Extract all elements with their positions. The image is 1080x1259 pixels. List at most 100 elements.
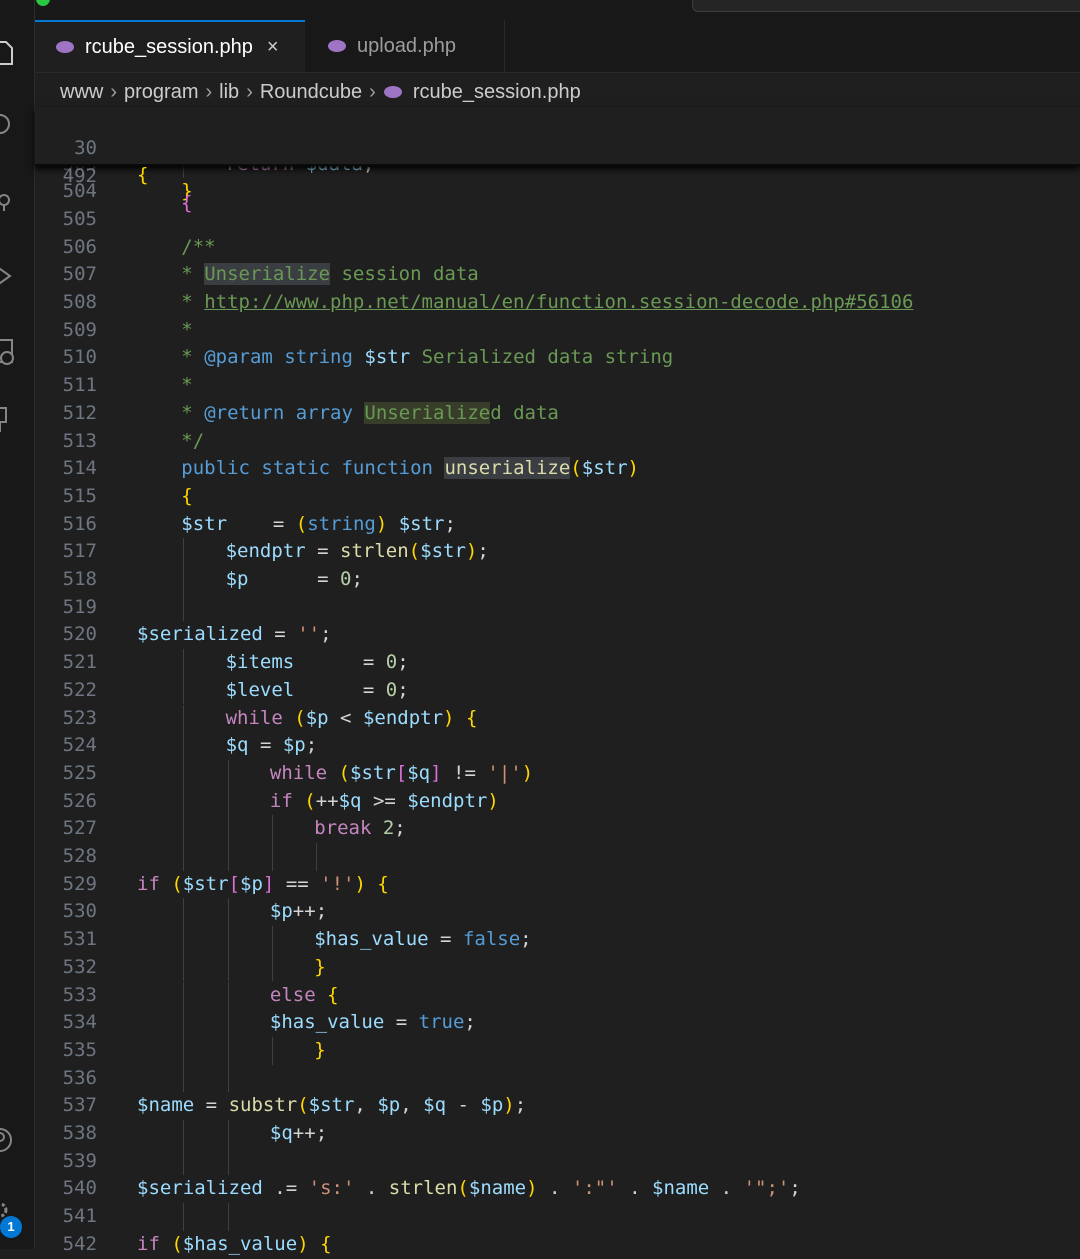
indent-guide (183, 815, 185, 843)
activity-bar: 1 (0, 0, 35, 1249)
indent-guide (271, 1036, 273, 1065)
code-text: break 2; (314, 817, 406, 840)
code-line[interactable]: 512 * @return array Unserialized data (35, 400, 1080, 428)
code-line[interactable]: 537 $name = substr($str, $p, $q - $p); (35, 1092, 1080, 1120)
line-number: 509 (62, 318, 97, 341)
sticky-line[interactable]: 492 { (35, 135, 1080, 215)
code-line[interactable]: 522 $level = 0; (35, 676, 1080, 705)
indent-guide (271, 843, 273, 871)
code-line[interactable]: 528 (35, 843, 1080, 871)
indent-guide (227, 1147, 229, 1176)
close-tab-button[interactable]: × (267, 36, 279, 59)
line-number: 516 (62, 512, 97, 535)
indent-guide (227, 787, 229, 816)
code-line[interactable]: 539 (35, 1147, 1080, 1176)
code-line[interactable]: 527 break 2; (35, 815, 1080, 843)
code-line[interactable]: 542 if ($has_value) { (35, 1231, 1080, 1259)
breadcrumb-item[interactable]: lib (219, 81, 239, 104)
tab-upload[interactable]: upload.php (305, 20, 505, 72)
code-text: * http://www.php.net/manual/en/function.… (181, 291, 914, 313)
code-line[interactable]: 533 else { (35, 981, 1080, 1010)
tab-rcube-session[interactable]: rcube_session.php × (35, 20, 305, 72)
code-text: public static function unserialize($str) (181, 457, 639, 480)
line-number: 524 (62, 734, 97, 757)
code-text: * (181, 318, 193, 341)
code-line[interactable]: 534 $has_value = true; (35, 1009, 1080, 1037)
line-number: 532 (62, 955, 97, 978)
breadcrumb-item[interactable]: rcube_session.php (413, 81, 581, 104)
code-text: $p++; (269, 900, 328, 923)
code-line[interactable]: 521 $items = 0; (35, 649, 1080, 677)
code-line[interactable]: 523 while ($p < $endptr) { (35, 704, 1080, 733)
code-line[interactable]: 530 $p++; (35, 898, 1080, 927)
indent-guide (183, 593, 185, 622)
breadcrumb-item[interactable]: program (124, 81, 198, 104)
line-number: 512 (62, 401, 97, 424)
code-line[interactable]: 525 while ($str[$q] != '|') (35, 759, 1080, 788)
code-line[interactable]: 536 (35, 1064, 1080, 1093)
indent-guide (183, 538, 185, 566)
breadcrumb-item[interactable]: Roundcube (260, 81, 362, 104)
remote-explorer-icon[interactable] (0, 338, 18, 366)
code-line[interactable]: 508 * http://www.php.net/manual/en/functi… (35, 289, 1080, 317)
code-line[interactable]: 511 * (35, 372, 1080, 400)
code-line[interactable]: 531 $has_value = false; (35, 926, 1080, 954)
line-number: 539 (62, 1149, 97, 1172)
code-line[interactable]: 526 if (++$q >= $endptr) (35, 787, 1080, 816)
code-line[interactable]: 529 if ($str[$p] == '!') { (35, 871, 1080, 899)
code-text: $items = 0; (225, 651, 409, 674)
line-number: 535 (62, 1038, 97, 1061)
code-line[interactable]: 510 * @param string $str Serialized data … (35, 344, 1080, 372)
line-number: 515 (62, 484, 97, 507)
indent-guide (183, 843, 185, 871)
code-text: if ($has_value) { (137, 1232, 332, 1255)
code-line[interactable]: 509 * (35, 317, 1080, 345)
code-line[interactable]: 538 $q++; (35, 1120, 1080, 1148)
indent-guide (227, 898, 229, 927)
code-line[interactable]: 520 $serialized = ''; (35, 621, 1080, 649)
sticky-scroll[interactable]: 30 { 492 { (35, 107, 1080, 215)
maximize-window-button[interactable] (36, 0, 50, 6)
command-center-search[interactable] (692, 0, 1080, 12)
indent-guide (227, 1009, 229, 1037)
code-line[interactable]: 514 public static function unserialize($s… (35, 455, 1080, 483)
source-control-icon[interactable] (0, 186, 18, 214)
code-line[interactable]: 524 $q = $p; (35, 732, 1080, 760)
code-line[interactable]: 517 $endptr = strlen($str); (35, 538, 1080, 566)
code-text: $has_value = true; (269, 1011, 476, 1034)
code-line[interactable]: 513 */ (35, 428, 1080, 456)
extensions-icon[interactable] (0, 404, 18, 433)
code-line[interactable]: 506/** (35, 234, 1080, 262)
indent-guide (183, 926, 185, 954)
code-line[interactable]: 535} (35, 1036, 1080, 1065)
search-icon[interactable] (0, 110, 18, 138)
code-line[interactable]: 518 $p = 0; (35, 566, 1080, 594)
line-number: 521 (62, 651, 97, 674)
indent-guide (183, 759, 185, 788)
code-editor[interactable]: 503return $data;504}505506/**507* Unseri… (35, 107, 1080, 1255)
indent-guide (227, 843, 229, 871)
code-line[interactable]: 532} (35, 953, 1080, 982)
code-line[interactable]: 540 $serialized .= 's:' . strlen($name) .… (35, 1175, 1080, 1203)
explorer-icon[interactable] (0, 38, 18, 66)
line-number: 508 (62, 291, 97, 313)
run-debug-icon[interactable] (0, 262, 18, 290)
indent-guide (227, 1064, 229, 1093)
code-line[interactable]: 519 (35, 593, 1080, 622)
code-text: $serialized = ''; (137, 623, 332, 646)
code-line[interactable]: 515 { (35, 483, 1080, 511)
code-line[interactable]: 516 $str = (string) $str; (35, 511, 1080, 539)
php-elephant-icon (383, 86, 402, 98)
code-line[interactable]: 541 (35, 1203, 1080, 1231)
back-arrow-icon[interactable] (612, 0, 626, 6)
editor-tabs: rcube_session.php × upload.php (35, 20, 1080, 73)
line-number: 529 (62, 872, 97, 895)
line-number: 527 (62, 817, 97, 840)
indent-guide (183, 1147, 185, 1176)
php-elephant-icon (56, 41, 74, 53)
sticky-line[interactable]: 30 { (35, 107, 1080, 187)
accounts-icon[interactable] (0, 1126, 18, 1154)
code-text: { (181, 484, 193, 507)
breadcrumb-item[interactable]: www (60, 81, 103, 104)
code-line[interactable]: 507 * Unserialize session data (35, 261, 1080, 289)
